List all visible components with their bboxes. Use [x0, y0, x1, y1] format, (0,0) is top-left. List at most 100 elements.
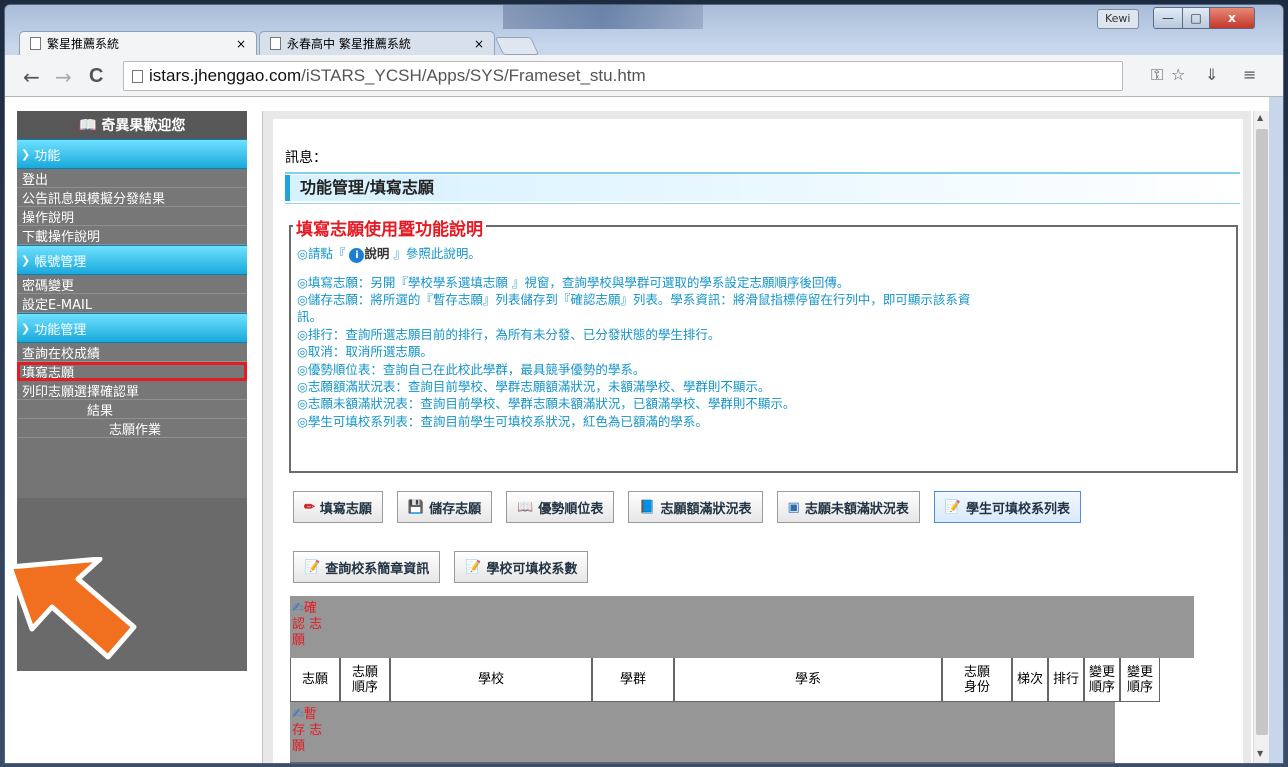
temp-tag: 存 志: [292, 723, 323, 738]
address-bar[interactable]: istars.jhenggao.com/iSTARS_YCSH/Apps/SYS…: [123, 61, 1123, 91]
category-label: 功能: [34, 148, 61, 164]
confirmed-tag: 願: [292, 633, 306, 648]
button-label: 學校可填校系數: [486, 561, 578, 577]
help-line: ◎儲存志願：將所選的『暫存志願』列表儲存到『確認志願』列表。學系資訊：將滑鼠指標…: [297, 292, 971, 307]
help-button-label: 說明: [364, 246, 390, 261]
help-text: ◎請點『: [297, 246, 346, 261]
sidebar-header: 📖 奇異果歡迎您: [17, 111, 247, 139]
tab-title: 永春高中 繁星推薦系統: [287, 37, 411, 51]
sidebar-fill: [17, 438, 247, 498]
confirmed-tag: 認 志: [292, 617, 323, 632]
page-icon: [30, 37, 41, 50]
school-count-button[interactable]: 📝 學校可填校系數: [454, 551, 589, 583]
main-panel: 訊息： 功能管理/填寫志願 填寫志願使用暨功能說明 ◎請點『 i 說明 』參照此說…: [273, 119, 1243, 763]
sidebar-item-results[interactable]: 結果: [17, 400, 247, 419]
full-status-button[interactable]: 📘 志願額滿狀況表: [628, 491, 763, 523]
help-text: 』參照此說明。: [393, 246, 481, 261]
sidebar-item-wish-tasks[interactable]: 志願作業: [17, 419, 247, 438]
advantage-rank-button[interactable]: 📖 優勢順位表: [506, 491, 615, 523]
action-buttons-row2: 📝 查詢校系簡章資訊 📝 學校可填校系數: [293, 551, 589, 583]
vertical-scrollbar[interactable]: ▲ ▼: [1253, 111, 1269, 763]
temp-tag: 暫: [303, 707, 317, 722]
sidebar-item-announcements[interactable]: 公告訊息與模擬分發結果: [17, 188, 247, 207]
col-header: [592, 762, 674, 763]
button-label: 儲存志願: [429, 501, 482, 517]
page-icon: [132, 69, 143, 83]
col-header: [390, 762, 592, 763]
category-label: 功能管理: [34, 322, 87, 338]
button-label: 志願未額滿狀況表: [804, 501, 909, 517]
sidebar-item-instructions[interactable]: 操作說明: [17, 207, 247, 226]
sidebar-item-download-instructions[interactable]: 下載操作說明: [17, 226, 247, 245]
tab-istars[interactable]: 繁星推薦系統 ×: [19, 31, 257, 55]
sidebar-item-fill-wishes[interactable]: 填寫志願: [17, 362, 247, 381]
pen-icon: ✍: [292, 600, 304, 616]
help-line: 訊。: [297, 309, 323, 324]
sidebar-item-change-password[interactable]: 密碼變更: [17, 275, 247, 294]
student-eligible-list-button[interactable]: 📝 學生可填校系列表: [933, 491, 1082, 523]
action-buttons: ✏ 填寫志願 💾 儲存志願 📖 優勢順位表 📘 志願額滿狀況表 ▣ 志願未額滿狀況表 📝 學…: [293, 491, 1082, 523]
save-wish-button[interactable]: 💾 儲存志願: [396, 491, 493, 523]
col-header: 志願: [340, 762, 390, 763]
confirmed-table-header-row: 志願 志願 順序 學校 學群 學系 志願 身份 梯次 排行 變更 順序 變更 順…: [290, 658, 1194, 702]
temp-tag: 願: [292, 739, 306, 754]
extension-icon[interactable]: ⇓: [1205, 65, 1218, 84]
fill-wish-button[interactable]: ✏ 填寫志願: [293, 491, 383, 523]
page-title: 功能管理/填寫志願: [285, 175, 1240, 201]
tab-title: 繁星推薦系統: [47, 37, 120, 51]
key-icon[interactable]: ⚿: [1151, 65, 1163, 85]
button-label: 填寫志願: [319, 501, 372, 517]
sidebar-item-logout[interactable]: 登出: [17, 169, 247, 188]
book-icon: 📖: [517, 499, 534, 515]
button-label: 查詢校系簡章資訊: [325, 561, 430, 577]
not-full-status-button[interactable]: ▣ 志願未額滿狀況表: [776, 491, 920, 523]
divider: [285, 203, 1240, 204]
help-legend: 填寫志願使用暨功能說明: [293, 215, 486, 240]
col-header: 志願 順序: [340, 658, 390, 702]
col-header: [942, 762, 1012, 763]
col-header: [1012, 762, 1115, 763]
forward-arrow-icon[interactable]: →: [55, 65, 72, 89]
help-line: ◎志願未額滿狀況表：查詢目前學校、學群志願未額滿狀況，已額滿學校、學群則不顯示。: [297, 396, 796, 411]
pencil-icon: ✏: [304, 499, 315, 515]
sidebar-item-print-confirmation[interactable]: 列印志願選擇確認單: [17, 381, 247, 400]
col-header: 學群: [592, 658, 674, 702]
col-header: 學校: [390, 658, 592, 702]
tab-close-icon[interactable]: ×: [236, 37, 246, 51]
browser-window: 繁星推薦系統 × 永春高中 繁星推薦系統 × Kewi — □ x ← → C …: [4, 4, 1284, 764]
new-tab-button[interactable]: [494, 37, 540, 55]
col-header: 變更 順序: [1120, 658, 1160, 702]
scrollbar-thumb[interactable]: [1256, 129, 1268, 735]
url-path: /iSTARS_YCSH/Apps/SYS/Frameset_stu.htm: [301, 66, 646, 85]
sidebar-item-grades[interactable]: 查詢在校成績: [17, 343, 247, 362]
tab-close-icon[interactable]: ×: [474, 37, 484, 51]
reload-icon[interactable]: C: [89, 65, 103, 88]
orange-arrow-icon: [7, 557, 137, 660]
chevron-down-icon: ❯: [21, 321, 31, 335]
sidebar-welcome: 奇異果歡迎您: [101, 118, 186, 134]
close-window-button[interactable]: x: [1209, 7, 1255, 29]
message-label: 訊息：: [285, 150, 327, 166]
sidebar-item-set-email[interactable]: 設定E-MAIL: [17, 294, 247, 313]
category-account[interactable]: ❯ 帳號管理: [17, 245, 247, 275]
category-label: 帳號管理: [34, 254, 87, 270]
save-icon: 💾: [407, 499, 425, 515]
book-icon: 📖: [78, 116, 98, 134]
scroll-down-icon[interactable]: ▼: [1257, 749, 1263, 758]
help-line-intro: ◎請點『 i 說明 』參照此說明。: [297, 243, 481, 263]
blurred-background-window: [503, 5, 703, 29]
col-header: 變更 順序: [1084, 658, 1120, 702]
category-management[interactable]: ❯ 功能管理: [17, 313, 247, 343]
maximize-button[interactable]: □: [1182, 7, 1210, 29]
scroll-up-icon[interactable]: ▲: [1257, 113, 1263, 122]
menu-icon[interactable]: ≡: [1243, 65, 1256, 84]
brochure-info-button[interactable]: 📝 查詢校系簡章資訊: [293, 551, 441, 583]
bookmark-star-icon[interactable]: ☆: [1171, 65, 1185, 84]
chevron-down-icon: ❯: [21, 253, 31, 267]
tab-strip: 繁星推薦系統 × 永春高中 繁星推薦系統 × Kewi — □ x: [5, 5, 1283, 55]
profile-badge[interactable]: Kewi: [1097, 9, 1139, 29]
tab-ycsh[interactable]: 永春高中 繁星推薦系統 ×: [259, 31, 495, 55]
category-function[interactable]: ❯ 功能: [17, 139, 247, 169]
back-arrow-icon[interactable]: ←: [23, 65, 40, 89]
minimize-button[interactable]: —: [1153, 7, 1183, 29]
